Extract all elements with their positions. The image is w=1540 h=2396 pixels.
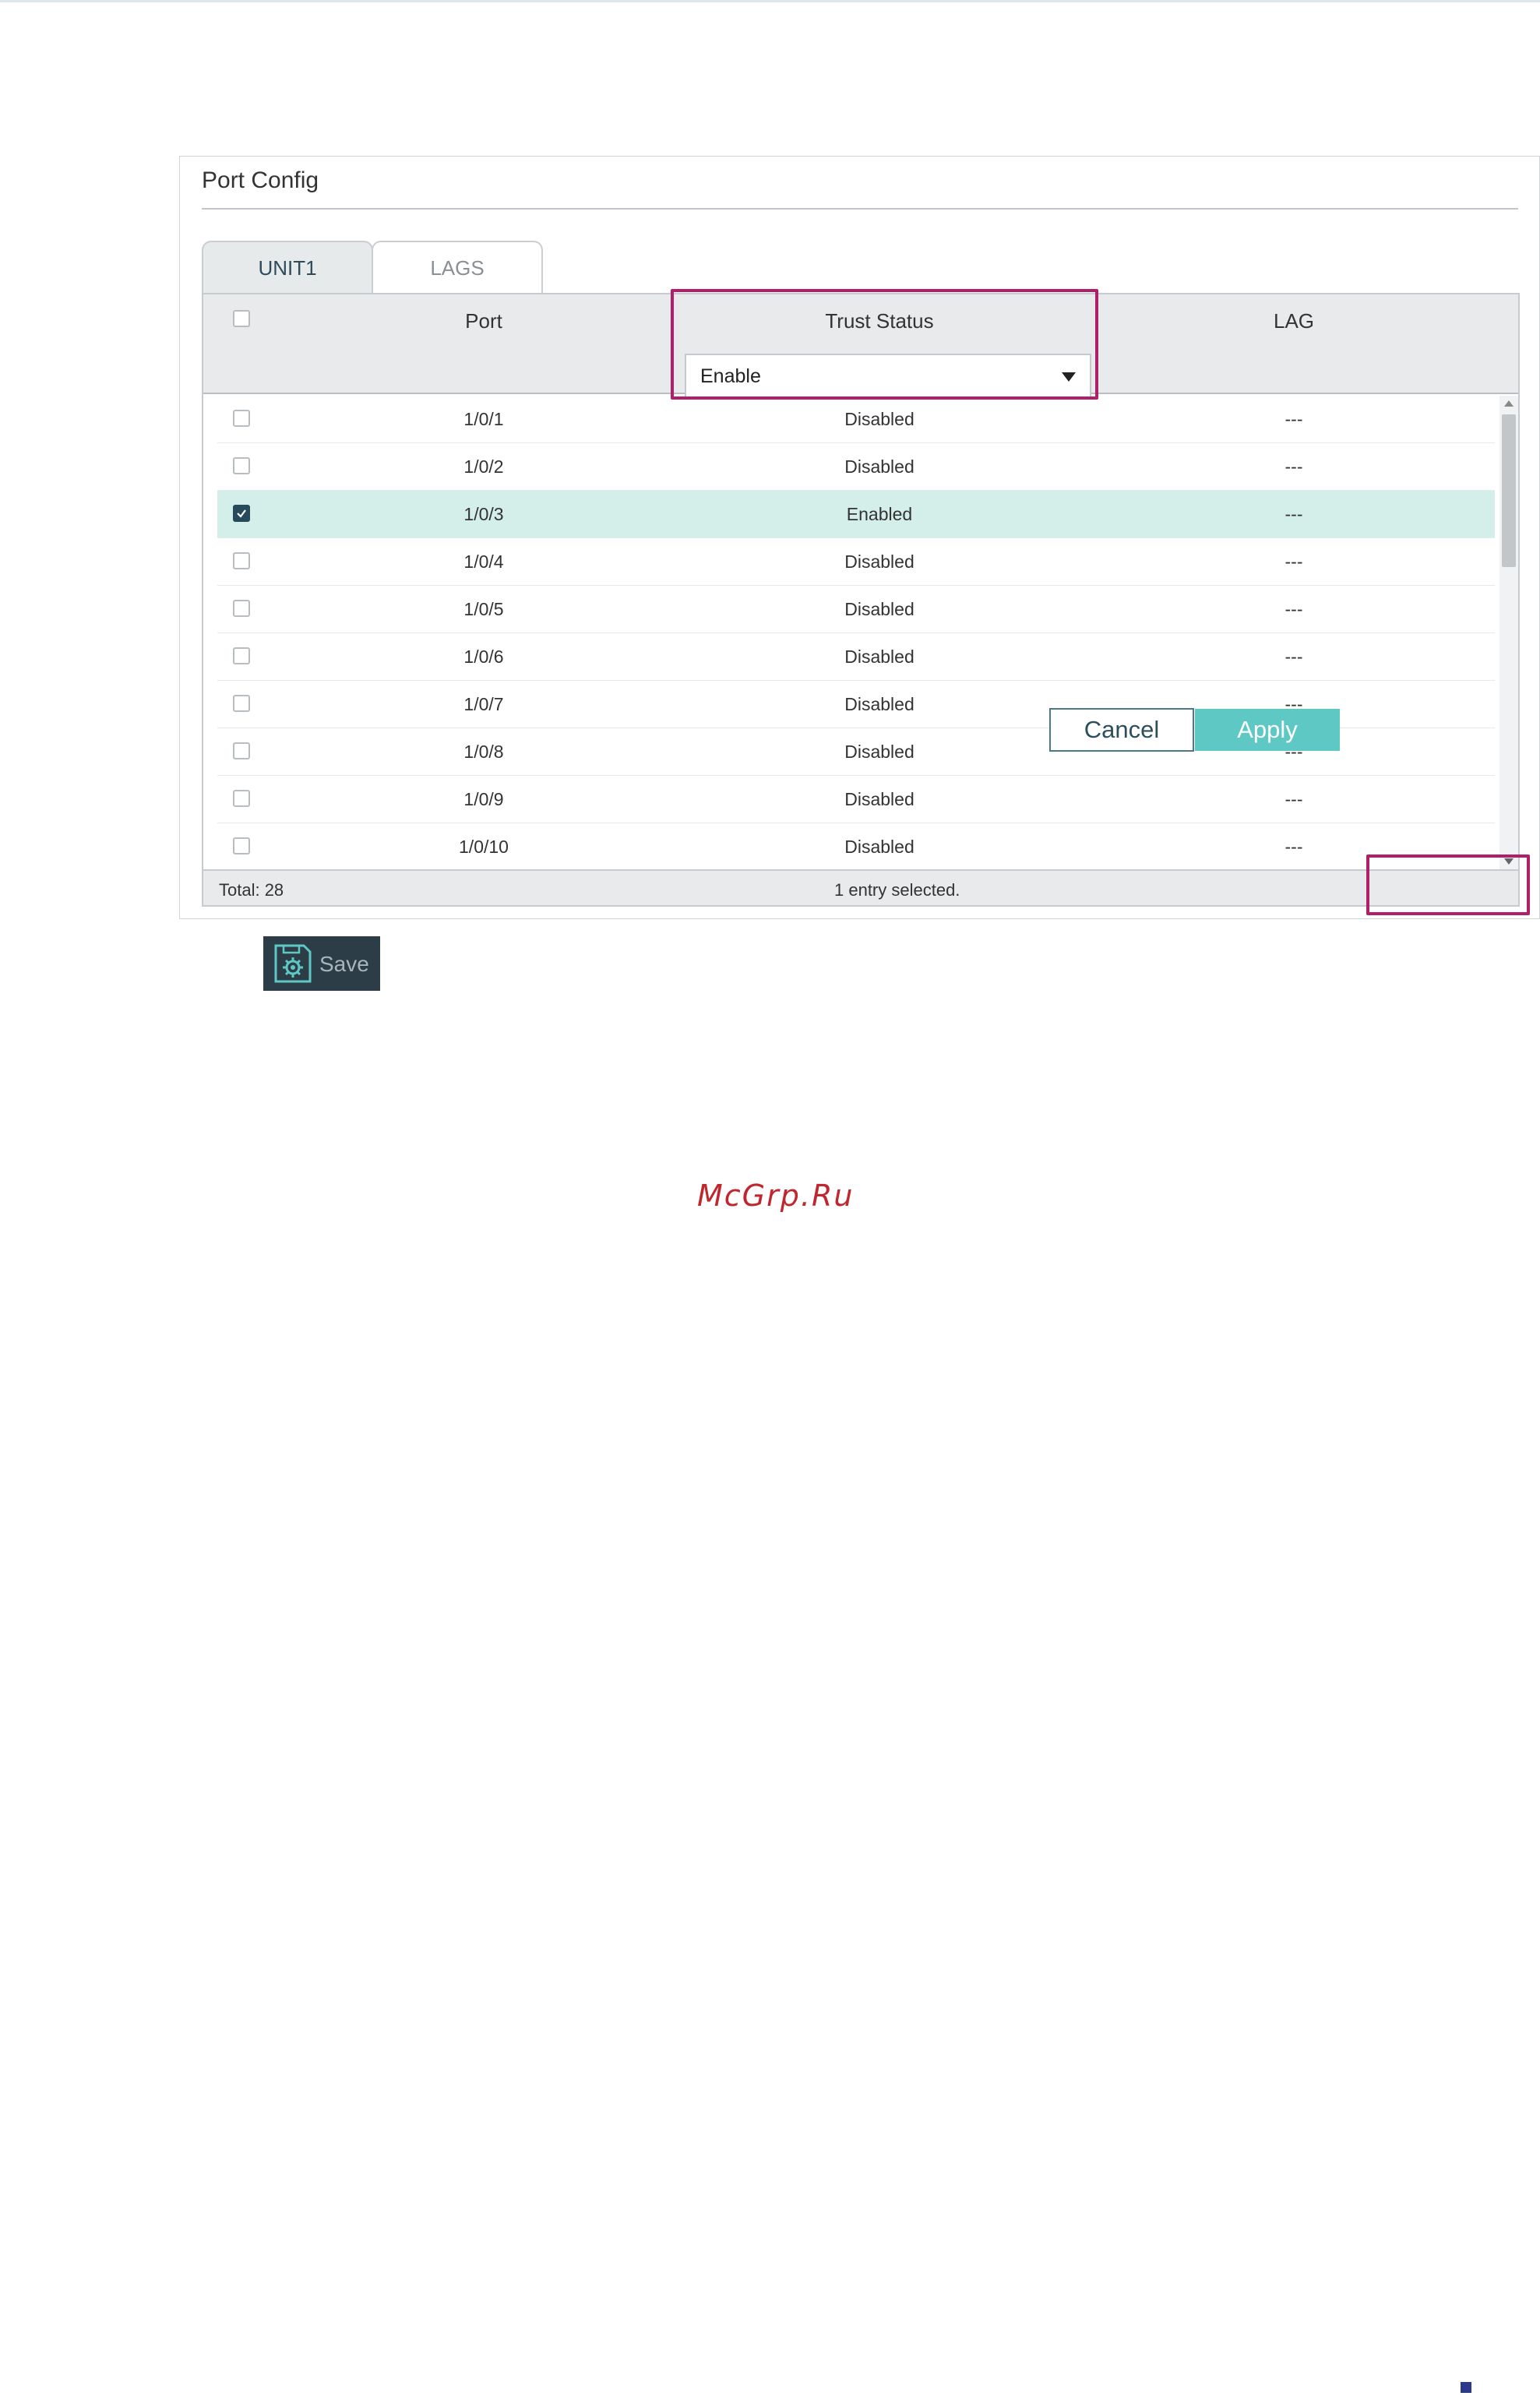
tab-unit1[interactable]: UNIT1 (202, 241, 373, 294)
row-checkbox[interactable] (233, 600, 250, 617)
page-corner-mark (1461, 2382, 1471, 2393)
port-cell: 1/0/1 (463, 408, 504, 429)
table-footer: Total: 28 1 entry selected. (203, 869, 1518, 905)
trust-status-cell: Disabled (844, 598, 914, 619)
scroll-up-icon[interactable] (1504, 400, 1514, 407)
trust-status-cell: Disabled (844, 788, 914, 809)
trust-status-cell: Disabled (844, 551, 914, 572)
lag-cell: --- (1285, 788, 1303, 809)
port-cell: 1/0/3 (463, 503, 504, 524)
row-checkbox[interactable] (233, 647, 250, 664)
row-checkbox[interactable] (233, 695, 250, 712)
trust-status-cell: Disabled (844, 836, 914, 857)
row-checkbox[interactable] (233, 457, 250, 474)
table-row[interactable]: 1/0/5 Disabled --- (217, 586, 1495, 633)
port-cell: 1/0/9 (463, 788, 504, 809)
lag-cell: --- (1285, 408, 1303, 429)
cancel-button[interactable]: Cancel (1049, 708, 1194, 752)
title-divider (202, 208, 1518, 210)
table-row[interactable]: 1/0/9 Disabled --- (217, 776, 1495, 823)
lag-cell: --- (1285, 598, 1303, 619)
watermark-text: McGrp.Ru (697, 1179, 855, 1213)
port-config-panel: Port Config UNIT1 LAGS Port Trust Status… (179, 156, 1540, 919)
port-cell: 1/0/10 (459, 836, 509, 857)
column-header-port[interactable]: Port (328, 294, 640, 347)
lag-cell: --- (1285, 503, 1303, 524)
select-all-checkbox[interactable] (233, 310, 250, 327)
table-row[interactable]: 1/0/2 Disabled --- (217, 443, 1495, 491)
port-cell: 1/0/2 (463, 456, 504, 477)
selection-status: 1 entry selected. (834, 880, 960, 900)
trust-status-cell: Disabled (844, 456, 914, 477)
total-count: Total: 28 (219, 880, 284, 900)
tab-lags[interactable]: LAGS (372, 241, 543, 294)
save-button[interactable]: Save (263, 936, 380, 991)
lag-cell: --- (1285, 551, 1303, 572)
table-row[interactable]: 1/0/3 Enabled --- (217, 491, 1495, 538)
row-checkbox[interactable] (233, 742, 250, 759)
apply-highlight-box (1366, 854, 1530, 915)
row-checkbox[interactable] (233, 505, 250, 522)
save-gear-icon (274, 944, 312, 983)
check-icon (237, 509, 246, 518)
port-cell: 1/0/5 (463, 598, 504, 619)
table-row[interactable]: 1/0/1 Disabled --- (217, 396, 1495, 443)
trust-status-highlight-box (671, 289, 1098, 400)
table-row[interactable]: 1/0/4 Disabled --- (217, 538, 1495, 586)
table-scrollbar[interactable] (1499, 396, 1518, 869)
trust-status-cell: Disabled (844, 693, 914, 714)
lag-cell: --- (1285, 646, 1303, 667)
table-row[interactable]: 1/0/10 Disabled --- (217, 823, 1495, 871)
trust-status-cell: Disabled (844, 741, 914, 762)
trust-status-cell: Disabled (844, 646, 914, 667)
table-body: 1/0/1 Disabled --- 1/0/2 Disabled --- 1/0/3 Ena… (217, 396, 1495, 871)
lag-cell: --- (1285, 456, 1303, 477)
panel-title: Port Config (202, 167, 319, 193)
apply-button[interactable]: Apply (1195, 709, 1340, 751)
top-border-line (0, 0, 1540, 2)
port-cell: 1/0/8 (463, 741, 504, 762)
port-cell: 1/0/6 (463, 646, 504, 667)
row-checkbox[interactable] (233, 552, 250, 569)
port-cell: 1/0/7 (463, 693, 504, 714)
trust-status-cell: Enabled (846, 503, 913, 524)
save-button-label: Save (319, 952, 369, 976)
row-checkbox[interactable] (233, 837, 250, 854)
trust-status-cell: Disabled (844, 408, 914, 429)
scroll-thumb[interactable] (1502, 414, 1516, 567)
row-checkbox[interactable] (233, 410, 250, 427)
column-header-lag[interactable]: LAG (1091, 294, 1496, 347)
port-cell: 1/0/4 (463, 551, 504, 572)
table-row[interactable]: 1/0/6 Disabled --- (217, 633, 1495, 681)
row-checkbox[interactable] (233, 790, 250, 807)
